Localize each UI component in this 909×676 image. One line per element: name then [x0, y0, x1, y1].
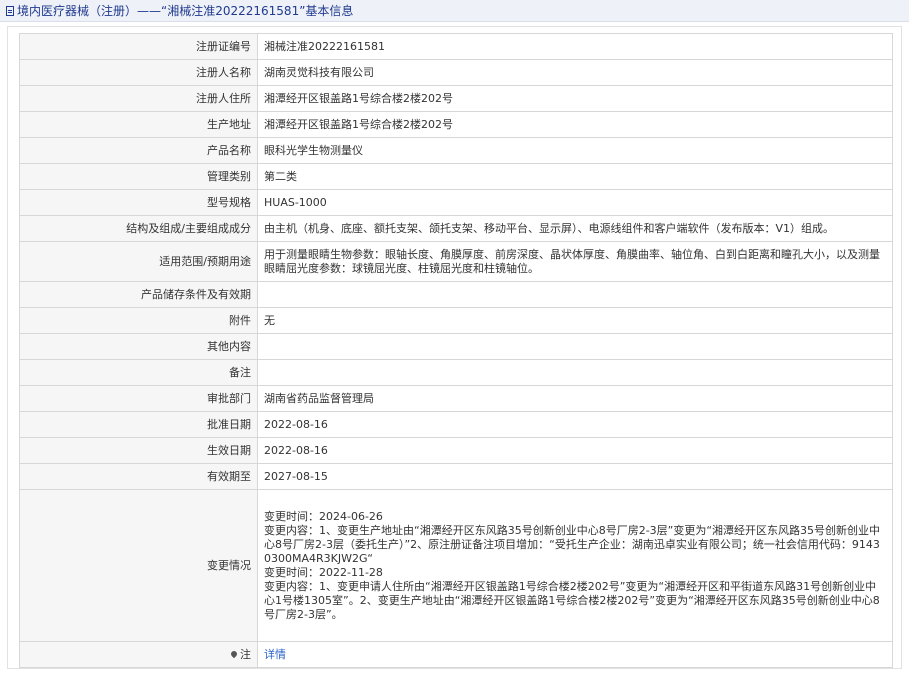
table-row: 注册证编号 湘械注准20222161581: [19, 33, 893, 60]
field-label: 附件: [19, 307, 258, 334]
field-value: 用于测量眼睛生物参数：眼轴长度、角膜厚度、前房深度、晶状体厚度、角膜曲率、轴位角…: [257, 241, 893, 282]
field-label: 管理类别: [19, 163, 258, 190]
field-label: 生产地址: [19, 111, 258, 138]
change-line: 变更内容：1、变更生产地址由“湘潭经开区东风路35号创新创业中心8号厂房2-3层…: [264, 523, 881, 565]
field-value: [257, 281, 893, 308]
document-icon: [6, 5, 14, 16]
table-row: 生产地址 湘潭经开区银盖路1号综合楼2楼202号: [19, 111, 893, 138]
table-row: 生效日期 2022-08-16: [19, 437, 893, 464]
table-row: 结构及组成/主要组成成分 由主机（机身、底座、额托支架、颌托支架、移动平台、显示…: [19, 215, 893, 242]
field-label: 结构及组成/主要组成成分: [19, 215, 258, 242]
field-value: 湘潭经开区银盖路1号综合楼2楼202号: [257, 111, 893, 138]
page-header: 境内医疗器械（注册）——“湘械注准20222161581”基本信息: [0, 0, 909, 22]
field-value: 由主机（机身、底座、额托支架、颌托支架、移动平台、显示屏）、电源线组件和客户端软…: [257, 215, 893, 242]
field-value: 第二类: [257, 163, 893, 190]
table-row: 备注: [19, 359, 893, 386]
note-label: 注: [240, 647, 251, 661]
table-row: 产品名称 眼科光学生物测量仪: [19, 137, 893, 164]
field-label: 备注: [19, 359, 258, 386]
field-value: 2022-08-16: [257, 437, 893, 464]
registration-info-table: 注册证编号 湘械注准20222161581 注册人名称 湖南灵觉科技有限公司 注…: [19, 33, 893, 668]
note-row: 注 详情: [19, 641, 893, 668]
change-history-row: 变更情况 变更时间：2024-06-26 变更内容：1、变更生产地址由“湘潭经开…: [19, 489, 893, 642]
field-label: 注册证编号: [19, 33, 258, 60]
field-label: 注册人住所: [19, 85, 258, 112]
field-value: 2022-08-16: [257, 411, 893, 438]
field-value: 湖南灵觉科技有限公司: [257, 59, 893, 86]
table-row: 其他内容: [19, 333, 893, 360]
table-row: 有效期至 2027-08-15: [19, 463, 893, 490]
table-row: 批准日期 2022-08-16: [19, 411, 893, 438]
table-row: 注册人住所 湘潭经开区银盖路1号综合楼2楼202号: [19, 85, 893, 112]
field-label: 适用范围/预期用途: [19, 241, 258, 282]
field-label: 注: [19, 641, 258, 668]
table-row: 产品储存条件及有效期: [19, 281, 893, 308]
field-label: 注册人名称: [19, 59, 258, 86]
field-label: 审批部门: [19, 385, 258, 412]
change-history: 变更时间：2024-06-26 变更内容：1、变更生产地址由“湘潭经开区东风路3…: [257, 489, 893, 642]
table-row: 审批部门 湖南省药品监督管理局: [19, 385, 893, 412]
change-line: 变更时间：2022-11-28: [264, 565, 383, 579]
table-row: 适用范围/预期用途 用于测量眼睛生物参数：眼轴长度、角膜厚度、前房深度、晶状体厚…: [19, 241, 893, 282]
details-link[interactable]: 详情: [264, 648, 286, 661]
field-label: 有效期至: [19, 463, 258, 490]
table-row: 管理类别 第二类: [19, 163, 893, 190]
field-value: 无: [257, 307, 893, 334]
field-label: 变更情况: [19, 489, 258, 642]
change-line: 变更内容：1、变更申请人住所由“湘潭经开区银盖路1号综合楼2楼202号”变更为“…: [264, 579, 880, 621]
page-title: 境内医疗器械（注册）——“湘械注准20222161581”基本信息: [17, 4, 354, 18]
table-row: 型号规格 HUAS-1000: [19, 189, 893, 216]
field-label: 生效日期: [19, 437, 258, 464]
field-value: 湘械注准20222161581: [257, 33, 893, 60]
field-label: 型号规格: [19, 189, 258, 216]
field-value: [257, 333, 893, 360]
table-row: 附件 无: [19, 307, 893, 334]
field-label: 其他内容: [19, 333, 258, 360]
field-value: [257, 359, 893, 386]
field-label: 批准日期: [19, 411, 258, 438]
field-value: 2027-08-15: [257, 463, 893, 490]
field-label: 产品储存条件及有效期: [19, 281, 258, 308]
field-value: 详情: [257, 641, 893, 668]
field-value: 眼科光学生物测量仪: [257, 137, 893, 164]
field-value: 湘潭经开区银盖路1号综合楼2楼202号: [257, 85, 893, 112]
change-line: 变更时间：2024-06-26: [264, 509, 383, 523]
table-row: 注册人名称 湖南灵觉科技有限公司: [19, 59, 893, 86]
field-value: 湖南省药品监督管理局: [257, 385, 893, 412]
pin-icon: [229, 649, 239, 658]
field-label: 产品名称: [19, 137, 258, 164]
field-value: HUAS-1000: [257, 189, 893, 216]
